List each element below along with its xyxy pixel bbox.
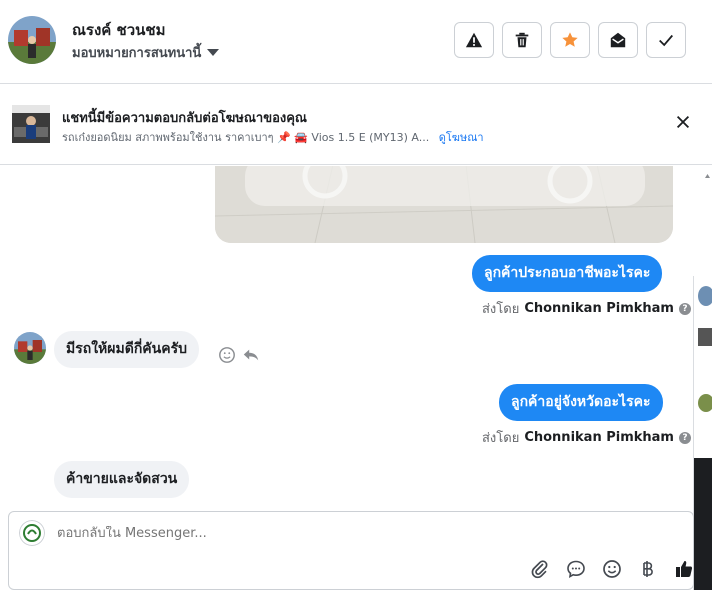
react-emoji-icon[interactable] xyxy=(218,346,236,364)
emoji-button[interactable] xyxy=(601,558,623,580)
reply-icon[interactable] xyxy=(242,346,260,364)
warning-icon xyxy=(465,32,483,48)
send-like-button[interactable] xyxy=(673,558,695,580)
shared-car-photo[interactable] xyxy=(215,166,673,243)
emoji-icon xyxy=(603,560,621,578)
sender-avatar[interactable] xyxy=(14,332,46,364)
help-icon[interactable]: ? xyxy=(678,302,691,315)
help-icon[interactable]: ? xyxy=(678,431,691,444)
side-avatar[interactable] xyxy=(698,394,712,412)
baht-icon xyxy=(643,561,653,577)
reply-input[interactable] xyxy=(57,526,617,541)
incoming-message[interactable]: มีรถให้ผมดีกี่คันครับ xyxy=(54,331,199,368)
close-icon xyxy=(676,115,690,129)
close-banner-button[interactable] xyxy=(672,111,694,133)
mark-unread-button[interactable] xyxy=(598,22,638,58)
assign-label: มอบหมายการสนทนานี้ xyxy=(72,46,202,61)
trash-icon xyxy=(515,32,529,48)
mark-done-button[interactable] xyxy=(646,22,686,58)
side-avatar[interactable] xyxy=(698,286,712,306)
sent-by-label: ส่งโดย Chonnikan Pimkham ? xyxy=(482,298,691,319)
sent-by-prefix: ส่งโดย xyxy=(482,302,520,317)
ad-thumbnail[interactable] xyxy=(12,105,50,143)
attach-button[interactable] xyxy=(529,558,551,580)
conversation-actions xyxy=(454,22,686,58)
paperclip-icon xyxy=(531,560,548,579)
delete-button[interactable] xyxy=(502,22,542,58)
thumbs-up-icon xyxy=(676,561,693,577)
side-panel-overflow xyxy=(693,276,712,590)
outgoing-message[interactable]: ลูกค้าประกอบอาชีพอะไรคะ xyxy=(472,255,663,292)
report-spam-button[interactable] xyxy=(454,22,494,58)
sent-by-label: ส่งโดย Chonnikan Pimkham ? xyxy=(482,427,691,448)
envelope-open-icon xyxy=(610,32,626,48)
message-actions xyxy=(218,346,260,364)
checkmark-icon xyxy=(659,34,673,47)
message-thread: ลูกค้าประกอบอาชีพอะไรคะ ส่งโดย Chonnikan… xyxy=(0,166,696,510)
page-avatar xyxy=(19,520,45,546)
contact-name: ณรงค์ ชวนชม xyxy=(72,21,166,39)
composer-toolbar xyxy=(529,558,695,580)
assign-conversation-dropdown[interactable]: มอบหมายการสนทนานี้ xyxy=(72,42,220,63)
chevron-down-icon xyxy=(207,49,220,56)
incoming-message[interactable]: ค้าขายและจัดสวน xyxy=(54,461,190,498)
payment-button[interactable] xyxy=(637,558,659,580)
ad-banner-title: แชทนี้มีข้อความตอบกลับต่อโฆษณาของคุณ xyxy=(62,111,307,126)
star-button[interactable] xyxy=(550,22,590,58)
outgoing-message[interactable]: ลูกค้าอยู่จังหวัดอะไรคะ xyxy=(499,384,663,421)
conversation-header: ณรงค์ ชวนชม มอบหมายการสนทนานี้ xyxy=(0,0,712,84)
sent-by-prefix: ส่งโดย xyxy=(482,431,520,446)
contact-avatar[interactable] xyxy=(8,16,56,64)
chat-bubble-icon xyxy=(567,560,585,578)
sent-by-name: Chonnikan Pimkham xyxy=(524,301,674,316)
star-icon xyxy=(562,32,578,47)
saved-replies-button[interactable] xyxy=(565,558,587,580)
ad-banner-subtitle: รถเก๋งยอดนิยม สภาพพร้อมใช้งาน ราคาเบาๆ 📌… xyxy=(62,128,484,146)
side-thumbnail[interactable] xyxy=(698,328,712,346)
ad-reply-banner: แชทนี้มีข้อความตอบกลับต่อโฆษณาของคุณ รถเ… xyxy=(0,85,712,165)
view-ad-link[interactable]: ดูโฆษณา xyxy=(439,131,484,144)
ad-description: รถเก๋งยอดนิยม สภาพพร้อมใช้งาน ราคาเบาๆ 📌… xyxy=(62,131,430,144)
reply-composer xyxy=(8,511,694,590)
scroll-up-arrow[interactable] xyxy=(703,166,712,276)
side-dark-block xyxy=(694,458,712,590)
sent-by-name: Chonnikan Pimkham xyxy=(524,430,674,445)
